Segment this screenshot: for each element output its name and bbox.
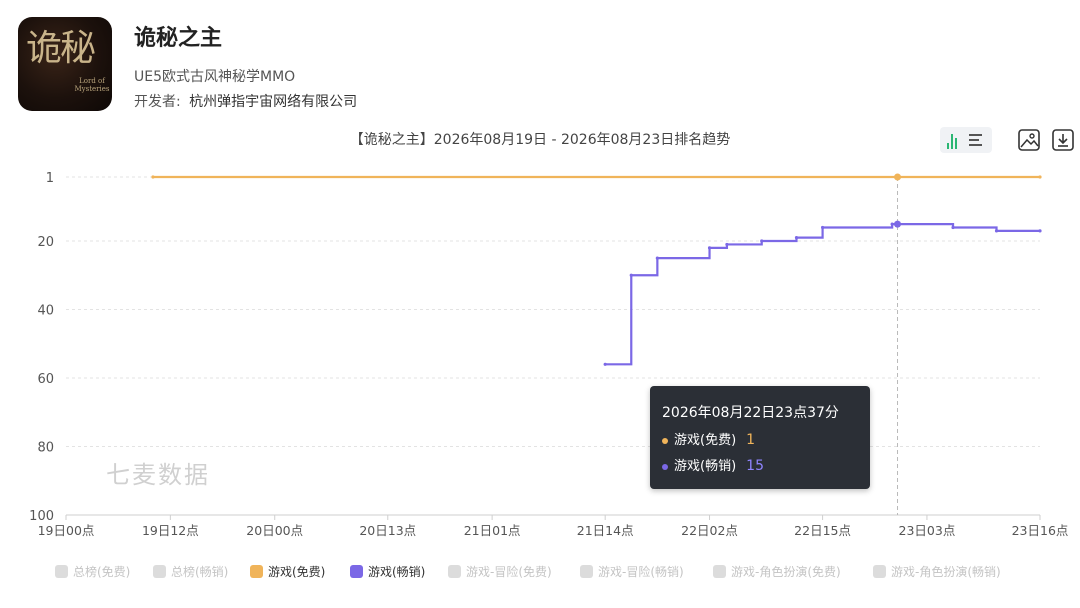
legend-swatch <box>873 565 886 578</box>
legend-swatch <box>350 565 363 578</box>
legend-swatch <box>713 565 726 578</box>
y-tick-label: 60 <box>37 372 54 387</box>
data-point-paid[interactable] <box>1038 229 1042 233</box>
data-point-paid[interactable] <box>890 222 894 226</box>
legend-item[interactable]: 总榜(畅销) <box>153 563 228 580</box>
legend-item[interactable]: 游戏-角色扮演(畅销) <box>873 563 1001 580</box>
x-tick-label: 23日16点 <box>1012 523 1069 538</box>
hover-cursor <box>894 173 902 515</box>
x-tick-label: 19日00点 <box>38 523 95 538</box>
tooltip-value-free: 1 <box>746 432 756 448</box>
data-point-paid[interactable] <box>707 246 712 250</box>
series-line-paid[interactable] <box>605 223 1040 366</box>
tooltip-title: 2026年08月22日23点37分 <box>662 405 839 421</box>
tooltip-row-paid: 游戏(畅销) 15 <box>662 455 764 474</box>
grid-lines <box>66 176 1040 516</box>
y-tick-label: 20 <box>37 235 54 250</box>
legend-item[interactable]: 游戏-角色扮演(免费) <box>713 563 841 580</box>
legend-label: 游戏-冒险(免费) <box>466 565 552 579</box>
hover-point-free <box>894 173 902 181</box>
tooltip-label-free: 游戏(免费) <box>674 433 737 448</box>
x-tick-label: 20日00点 <box>246 523 303 538</box>
legend-item[interactable]: 游戏-冒险(畅销) <box>580 563 684 580</box>
data-point-paid[interactable] <box>760 239 764 243</box>
legend-swatch <box>448 565 461 578</box>
legend-item[interactable]: 游戏-冒险(免费) <box>448 563 552 580</box>
legend-label: 游戏(免费) <box>268 565 326 579</box>
legend-swatch <box>153 565 166 578</box>
series-layer <box>151 175 1042 366</box>
legend-label: 总榜(畅销) <box>171 565 229 579</box>
x-axis-ticks: 19日00点 19日12点 20日00点 20日13点 21日01点 21日14点 22日0… <box>38 515 1069 538</box>
legend-item[interactable]: 总榜(免费) <box>55 563 130 580</box>
x-tick-label: 21日01点 <box>464 523 521 538</box>
tooltip-dot-free <box>662 437 668 444</box>
legend-swatch <box>580 565 593 578</box>
tooltip-label-paid: 游戏(畅销) <box>674 459 737 474</box>
legend-swatch <box>250 565 263 578</box>
x-tick-label: 19日12点 <box>142 523 199 538</box>
legend-label: 游戏-角色扮演(畅销) <box>891 565 1001 579</box>
data-point-paid[interactable] <box>655 256 659 260</box>
data-point-paid[interactable] <box>820 225 825 230</box>
legend-label: 游戏-角色扮演(免费) <box>731 565 841 579</box>
tooltip-value-paid: 15 <box>746 458 764 474</box>
legend-label: 游戏(畅销) <box>368 565 426 579</box>
x-tick-label: 22日02点 <box>681 523 738 538</box>
data-point-free[interactable] <box>1038 175 1042 179</box>
chart-tooltip: 2026年08月22日23点37分 游戏(免费) 1 游戏(畅销) 15 <box>650 386 870 489</box>
x-tick-label: 22日15点 <box>794 523 851 538</box>
data-point-paid[interactable] <box>951 225 955 230</box>
chart-legend: 总榜(免费) 总榜(畅销) 游戏(免费) 游戏(畅销) 游戏-冒险(免费) 游戏-冒险(畅… <box>0 563 1080 583</box>
x-tick-label: 21日14点 <box>577 523 634 538</box>
data-point-paid[interactable] <box>794 236 799 240</box>
legend-swatch <box>55 565 68 578</box>
hover-point-paid <box>894 220 902 228</box>
legend-label: 游戏-冒险(畅销) <box>598 565 684 579</box>
y-tick-label: 40 <box>37 304 54 319</box>
y-axis-ticks: 1 20 40 60 80 100 <box>29 171 54 524</box>
legend-item[interactable]: 游戏(畅销) <box>350 563 425 580</box>
data-point-paid[interactable] <box>629 273 633 277</box>
legend-label: 总榜(免费) <box>73 565 131 579</box>
legend-item[interactable]: 游戏(免费) <box>250 563 325 580</box>
tooltip-row-free: 游戏(免费) 1 <box>662 429 755 448</box>
data-point-paid[interactable] <box>725 242 729 247</box>
y-tick-label: 100 <box>29 509 54 524</box>
y-tick-label: 1 <box>46 171 54 186</box>
data-point-paid[interactable] <box>994 229 999 233</box>
y-tick-label: 80 <box>37 441 54 456</box>
x-tick-label: 20日13点 <box>359 523 416 538</box>
data-point-free[interactable] <box>151 175 155 179</box>
watermark: 七麦数据 <box>106 461 210 489</box>
tooltip-dot-paid <box>662 463 668 470</box>
data-point-paid[interactable] <box>603 362 607 366</box>
x-tick-label: 23日03点 <box>899 523 956 538</box>
